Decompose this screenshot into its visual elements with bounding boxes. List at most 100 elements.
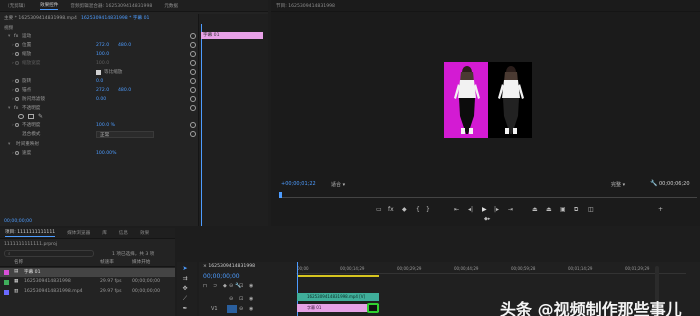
disclosure-triangle-icon[interactable]: › [12,79,14,84]
camera-icon[interactable]: ▣ [560,206,566,213]
lock-icon[interactable]: ⊖ [229,283,233,289]
property-row-opacity-group[interactable]: ▾ fx 不透明度 [0,104,200,112]
ellipse-mask-icon[interactable] [18,113,24,119]
marker-icon[interactable]: ◆ [402,206,407,213]
disclosure-triangle-icon[interactable]: › [12,151,14,156]
timeline-clip-video[interactable]: 1625309414831998.mp4 [V] [297,293,379,301]
source-label[interactable]: 主要 * 1625309414831998.mp4 [4,15,77,21]
reset-icon[interactable] [190,42,196,48]
disclosure-triangle-icon[interactable]: ▾ [8,34,10,39]
lift-icon[interactable]: ⏏ [532,206,538,213]
disclosure-triangle-icon[interactable]: › [12,88,14,93]
disclosure-triangle-icon[interactable]: › [12,52,14,57]
pen-mask-icon[interactable]: ✎ [38,113,43,120]
property-value-x[interactable]: 272.0 [96,88,109,93]
trim-handle[interactable] [367,303,379,313]
timeline-ruler[interactable]: 00;00 00;00;14;29 00;00;29;29 00;00;44;2… [296,262,686,274]
reset-icon[interactable] [190,96,196,102]
selection-tool-icon[interactable]: ➤ [181,265,189,273]
go-to-out-icon[interactable]: ⇥ [508,206,513,213]
ripple-edit-tool-icon[interactable]: ✥ [181,285,189,293]
stopwatch-icon[interactable] [15,123,19,127]
stopwatch-icon[interactable] [15,79,19,83]
add-button-icon[interactable]: + [658,206,663,213]
eye-icon[interactable]: ◉ [249,296,253,302]
project-list-item[interactable]: ▤ 字幕 01 [0,268,175,277]
pen-tool-icon[interactable]: ✒ [181,305,189,313]
stopwatch-icon[interactable] [15,88,19,92]
timeline-tab[interactable]: × 1625309414831998 [203,264,255,269]
property-row-position[interactable]: › 位置 272.0 480.0 [0,41,200,49]
project-search-field[interactable]: ⌕ [4,250,94,257]
uniform-scale-checkbox[interactable] [96,69,101,75]
extract-icon[interactable]: ⏏ [546,206,552,213]
comparison-view-icon[interactable]: ⧉ [574,206,578,214]
program-monitor-title[interactable]: 节目: 1625309414831998 [276,3,335,9]
work-area-bar[interactable] [297,275,379,277]
step-back-icon[interactable]: ◂| [468,206,473,213]
mark-out-icon[interactable]: } [426,206,430,213]
tab-audio-mixer[interactable]: 音频剪辑混合器: 1625309414831998 [70,3,152,9]
disclosure-triangle-icon[interactable]: › [12,61,14,66]
tab-effect-controls[interactable]: 效果控件 [39,2,59,10]
property-row-scale-width[interactable]: › 缩放宽度 100.0 [0,59,200,67]
lock-icon[interactable]: ⊖ [239,306,243,312]
sync-icon[interactable]: ⊡ [239,296,243,302]
property-row-scale[interactable]: › 缩放 100.0 [0,50,200,58]
property-row-uniform-scale[interactable]: 等比缩放 [0,68,200,76]
program-scrub-bar[interactable] [279,192,697,198]
property-value[interactable]: 100.00% [96,151,116,156]
timeline-timecode[interactable]: 00;00;00;00 [203,273,240,280]
drag-video-audio-icon[interactable]: ◆▸ [484,216,490,222]
safe-margins-icon[interactable]: ▭ [376,206,382,213]
reset-icon[interactable] [190,33,196,39]
property-row-speed[interactable]: › 速度 100.00% [0,149,200,157]
tab-no-clip[interactable]: （无剪辑） [5,3,28,9]
stopwatch-icon[interactable] [15,61,19,65]
wrench-icon[interactable]: 🔧 [650,180,657,187]
tab-libraries[interactable]: 库 [102,230,107,236]
blend-mode-select[interactable]: 正常 [96,130,154,138]
reset-icon[interactable] [190,78,196,84]
stopwatch-icon[interactable] [15,97,19,101]
fit-select[interactable]: 适合 ▾ [331,181,345,188]
program-timecode-right[interactable]: 00;00;06;20 [659,181,690,187]
disclosure-triangle-icon[interactable]: ▾ [8,142,10,147]
tab-media-browser[interactable]: 媒体浏览器 [67,230,90,236]
reset-icon[interactable] [190,105,196,111]
reset-icon[interactable] [190,60,196,66]
property-row-motion[interactable]: ▾ fx 运动 [0,32,200,40]
program-timecode-left[interactable]: +00;00;01;22 [281,181,316,187]
tab-project[interactable]: 项目: 1111111111111 [5,229,56,237]
sync-icon[interactable]: ⊡ [239,283,243,289]
property-value[interactable]: 100.0 % [96,123,115,128]
mini-clip-bar[interactable]: 字幕 01 [201,32,263,39]
tab-metadata[interactable]: 元数据 [164,3,178,9]
sequence-label[interactable]: 1625309414831998 * 字幕 01 [81,15,149,21]
property-value[interactable]: 0.0 [96,79,103,84]
stopwatch-icon[interactable] [15,52,19,56]
step-forward-icon[interactable]: |▸ [494,206,499,213]
vr-icon[interactable]: ◫ [588,206,594,213]
column-name[interactable]: 名称 [14,259,23,265]
lock-icon[interactable]: ⊖ [229,296,233,302]
property-value-y[interactable]: 480.0 [118,43,131,48]
reset-icon[interactable] [190,51,196,57]
stopwatch-icon[interactable] [15,43,19,47]
rectangle-mask-icon[interactable] [28,113,34,119]
mark-in-icon[interactable]: { [416,206,420,213]
reset-icon[interactable] [190,69,196,75]
fx-button-icon[interactable]: fx [388,206,394,213]
reset-icon[interactable] [190,87,196,93]
project-list-item[interactable]: ▥ 1625309414831998.mp4 29.97 fps 00;00;0… [0,288,175,297]
effect-controls-timecode[interactable]: 00;00;00;00 [4,219,32,224]
close-icon[interactable]: × [203,264,207,269]
program-playhead[interactable] [279,192,282,198]
mini-playhead[interactable] [201,24,202,226]
razor-tool-icon[interactable]: ⟋ [181,295,189,303]
column-frame-rate[interactable]: 帧速率 [100,259,114,265]
eye-icon[interactable]: ◉ [249,283,253,289]
project-list-item[interactable]: ▦ 1625309414831998 29.97 fps 00;00;00;00 [0,278,175,287]
track-select-tool-icon[interactable]: ⇉ [181,275,189,283]
property-value[interactable]: 0.00 [96,97,106,102]
